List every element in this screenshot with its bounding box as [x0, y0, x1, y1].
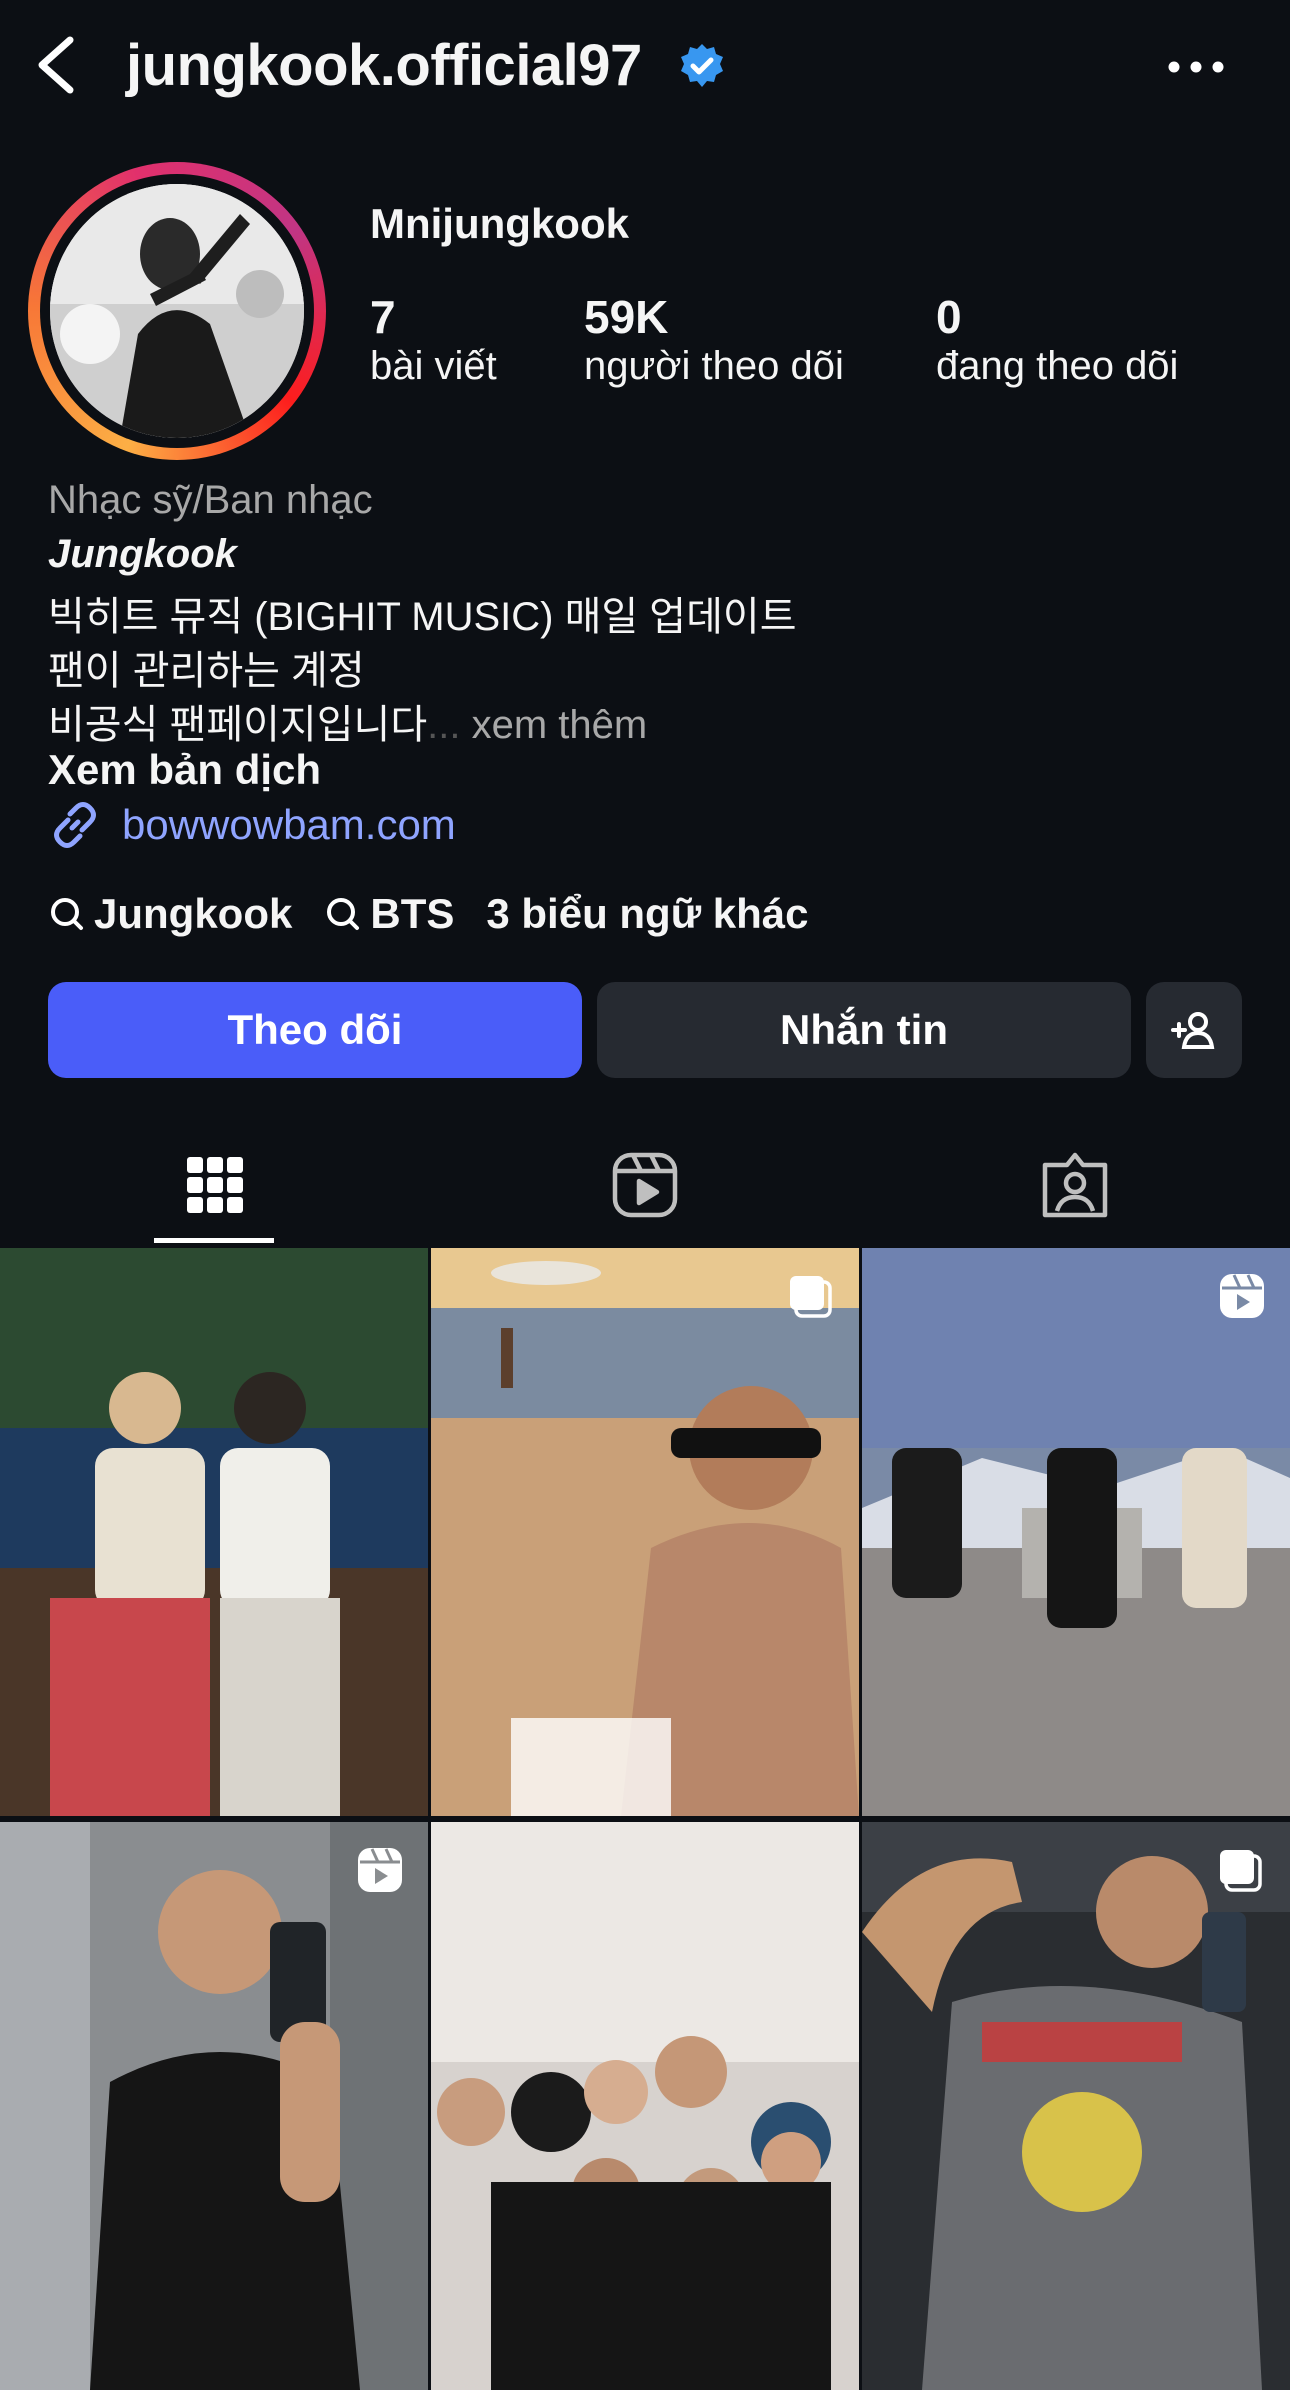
following-label[interactable]: đang theo dõi	[936, 344, 1178, 389]
tag-jungkook[interactable]: Jungkook	[48, 890, 292, 938]
display-name: Mnijungkook	[370, 200, 629, 247]
website-link[interactable]: bowwowbam.com	[48, 798, 456, 852]
post-tile[interactable]	[0, 1248, 428, 1816]
grid-icon	[187, 1157, 243, 1213]
avatar[interactable]	[50, 184, 304, 438]
post-image	[431, 1822, 859, 2390]
tab-tagged[interactable]	[860, 1120, 1290, 1250]
post-tile[interactable]	[862, 1822, 1290, 2390]
see-translation-link[interactable]: Xem bản dịch	[48, 746, 321, 794]
bio-ellipsis: ...	[427, 703, 461, 747]
threads-icon	[51, 898, 83, 930]
reel-icon	[356, 1846, 404, 1894]
bio-name: Jungkook	[48, 532, 237, 576]
add-person-icon	[1171, 1012, 1215, 1049]
post-image	[862, 1822, 1290, 2390]
website-url[interactable]: bowwowbam.com	[122, 801, 456, 849]
post-tile[interactable]	[0, 1822, 428, 2390]
bio-line: 비공식 팬페이지입니다	[48, 703, 428, 747]
tab-posts[interactable]	[0, 1120, 430, 1250]
post-image	[0, 1822, 428, 2390]
following-count[interactable]: 0	[936, 290, 962, 344]
follow-button[interactable]: Theo dõi	[48, 982, 582, 1078]
active-tab-indicator	[154, 1238, 274, 1243]
more-options-button[interactable]	[1160, 50, 1232, 84]
profile-username: jungkook.official97	[126, 33, 642, 98]
back-button[interactable]	[30, 30, 86, 100]
see-more-link[interactable]: xem thêm	[460, 703, 648, 747]
post-tile[interactable]	[431, 1822, 859, 2390]
reel-icon	[1218, 1272, 1266, 1320]
bio-line: 팬이 관리하는 계정	[48, 649, 365, 693]
more-horizontal-icon	[1168, 61, 1224, 73]
chevron-left-icon	[38, 36, 74, 94]
profile-category: Nhạc sỹ/Ban nhạc	[48, 478, 373, 522]
posts-count[interactable]: 7	[370, 290, 396, 344]
post-image	[0, 1248, 428, 1816]
bio-line: 빅히트 뮤직 (BIGHIT MUSIC) 매일 업데이트	[48, 595, 797, 639]
suggest-people-button[interactable]	[1146, 982, 1242, 1078]
posts-label[interactable]: bài viết	[370, 344, 497, 389]
post-tile[interactable]	[431, 1248, 859, 1816]
threads-icon	[327, 898, 360, 930]
message-button[interactable]: Nhắn tin	[597, 982, 1131, 1078]
post-image	[431, 1248, 859, 1816]
bio-line-last: 비공식 팬페이지입니다... xem thêm	[48, 692, 647, 750]
followers-count[interactable]: 59K	[584, 290, 668, 344]
verified-badge-icon	[678, 42, 726, 90]
tag-bts[interactable]: BTS	[324, 890, 454, 938]
followers-label[interactable]: người theo dõi	[584, 344, 844, 389]
link-icon	[54, 802, 96, 848]
profile-tags: Jungkook BTS 3 biểu ngữ khác	[48, 890, 841, 938]
carousel-icon	[1216, 1846, 1264, 1894]
more-tags[interactable]: 3 biểu ngữ khác	[486, 890, 808, 938]
reels-icon	[612, 1152, 678, 1218]
tagged-icon	[1042, 1152, 1108, 1218]
post-image	[862, 1248, 1290, 1816]
post-tile[interactable]	[862, 1248, 1290, 1816]
carousel-icon	[786, 1272, 834, 1320]
tab-reels[interactable]	[430, 1120, 860, 1250]
